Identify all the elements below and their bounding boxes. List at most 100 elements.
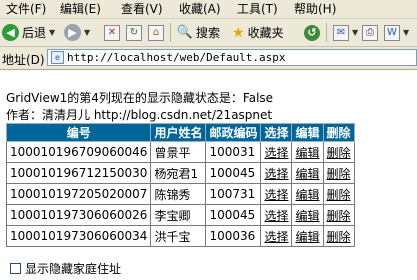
edit-button[interactable]: W ▼ (384, 22, 409, 43)
table-header-row: 编号 用户姓名 邮政编码 选择 编辑 删除 (5, 123, 355, 142)
menu-edit[interactable]: 编辑(E) (60, 2, 101, 16)
cell-edit: 编辑 (291, 204, 324, 226)
select-link[interactable]: 选择 (264, 167, 288, 181)
home-icon: ⌂ (148, 24, 164, 41)
select-link[interactable]: 选择 (264, 146, 288, 160)
status-text: GridView1的第4列现在的显示隐藏状态是：False (6, 91, 274, 105)
page-content: GridView1的第4列现在的显示隐藏状态是：False 作者：清清月儿 ht… (0, 70, 417, 280)
cell-edit: 编辑 (291, 162, 324, 184)
address-label: 地址(D) (2, 53, 45, 67)
favorites-label: 收藏夹 (247, 26, 284, 40)
chevron-down-icon: ▼ (403, 28, 410, 37)
home-button[interactable]: ⌂ (148, 22, 164, 43)
cell-zip: 100045 (205, 162, 262, 184)
edit-link[interactable]: 编辑 (295, 209, 319, 223)
header-delete: 删除 (322, 123, 355, 142)
select-link[interactable]: 选择 (264, 209, 288, 223)
delete-link[interactable]: 删除 (327, 146, 351, 160)
search-button[interactable]: 🔍 搜索 (177, 22, 220, 43)
table-row: 100010196712150030 杨宛君1 100045 选择 编辑 删除 (5, 162, 355, 184)
gridview-table: 编号 用户姓名 邮政编码 选择 编辑 删除 100010196709060046… (5, 123, 355, 247)
cell-delete: 删除 (322, 183, 355, 205)
cell-select: 选择 (260, 225, 293, 247)
header-id: 编号 (5, 123, 152, 142)
cell-name: 陈锦秀 (150, 183, 207, 205)
delete-link[interactable]: 删除 (327, 167, 351, 181)
history-button[interactable]: ↺ (304, 22, 320, 43)
refresh-icon: ↻ (126, 24, 142, 41)
table-row: 100010196709060046 曾景平 100031 选择 编辑 删除 (5, 141, 355, 163)
menu-help[interactable]: 帮助(H) (294, 2, 336, 16)
search-label: 搜索 (196, 26, 221, 40)
edit-page-icon: W (384, 24, 400, 41)
delete-link[interactable]: 删除 (327, 209, 351, 223)
favorites-button[interactable]: ★ 收藏夹 (232, 22, 284, 43)
cell-name: 曾景平 (150, 141, 207, 163)
cell-select: 选择 (260, 162, 293, 184)
page-icon: e (51, 51, 64, 64)
cell-id: 100010197205020007 (5, 183, 152, 205)
cell-select: 选择 (260, 204, 293, 226)
menu-favorites[interactable]: 收藏(A) (179, 2, 221, 16)
edit-link[interactable]: 编辑 (295, 167, 319, 181)
menu-file[interactable]: 文件(F) (6, 2, 46, 16)
cell-select: 选择 (260, 141, 293, 163)
select-link[interactable]: 选择 (264, 230, 288, 244)
menu-tools[interactable]: 工具(T) (237, 2, 278, 16)
edit-link[interactable]: 编辑 (295, 230, 319, 244)
menu-view[interactable]: 查看(V) (121, 2, 163, 16)
forward-arrow-icon: ▶ (64, 24, 81, 41)
header-edit: 编辑 (291, 123, 324, 142)
chevron-down-icon: ▼ (84, 28, 91, 37)
print-button[interactable]: ⎙ (362, 22, 378, 43)
edit-link[interactable]: 编辑 (295, 188, 319, 202)
toolbar: ◀ 后退 ▼ ▶ ▼ ✕ ↻ ⌂ 🔍 搜索 ★ 收藏夹 ↺ ✉ ▼ ⎙ W ▼ (0, 19, 417, 47)
cell-edit: 编辑 (291, 225, 324, 247)
mail-icon: ✉ (333, 24, 349, 41)
star-icon: ★ (232, 24, 245, 41)
cell-edit: 编辑 (291, 183, 324, 205)
delete-link[interactable]: 删除 (327, 188, 351, 202)
cell-name: 杨宛君1 (150, 162, 207, 184)
cell-name: 李宝卿 (150, 204, 207, 226)
author-text: 作者：清清月儿 http://blog.csdn.net/21aspnet (6, 108, 273, 122)
chevron-down-icon: ▼ (352, 28, 359, 37)
toolbar-separator (326, 23, 327, 42)
mail-button[interactable]: ✉ ▼ (333, 22, 358, 43)
back-arrow-icon: ◀ (2, 24, 19, 41)
header-zip: 邮政编码 (205, 123, 262, 142)
show-address-checkbox[interactable] (10, 263, 21, 274)
edit-link[interactable]: 编辑 (295, 146, 319, 160)
cell-delete: 删除 (322, 204, 355, 226)
delete-link[interactable]: 删除 (327, 230, 351, 244)
cell-id: 100010196712150030 (5, 162, 152, 184)
toolbar-separator (170, 23, 171, 42)
back-label: 后退 (22, 26, 47, 40)
address-input[interactable]: e http://localhost/web/Default.aspx (47, 49, 417, 66)
cell-zip: 100731 (205, 183, 262, 205)
show-address-label[interactable]: 显示隐藏家庭住址 (25, 260, 121, 277)
cell-id: 100010196709060046 (5, 141, 152, 163)
cell-zip: 100045 (205, 204, 262, 226)
menu-bar: 文件(F) 编辑(E) 查看(V) 收藏(A) 工具(T) 帮助(H) (0, 0, 417, 19)
print-icon: ⎙ (362, 24, 378, 41)
select-link[interactable]: 选择 (264, 188, 288, 202)
cell-select: 选择 (260, 183, 293, 205)
stop-icon: ✕ (104, 24, 120, 41)
cell-delete: 删除 (322, 141, 355, 163)
address-url: http://localhost/web/Default.aspx (67, 51, 286, 64)
cell-edit: 编辑 (291, 141, 324, 163)
refresh-button[interactable]: ↻ (126, 22, 142, 43)
history-icon: ↺ (304, 24, 320, 41)
back-button[interactable]: ◀ 后退 ▼ (2, 22, 55, 43)
header-name: 用户姓名 (150, 123, 207, 142)
table-row: 100010197306060026 李宝卿 100045 选择 编辑 删除 (5, 204, 355, 226)
cell-delete: 删除 (322, 225, 355, 247)
cell-zip: 100036 (205, 225, 262, 247)
cell-zip: 100031 (205, 141, 262, 163)
stop-button[interactable]: ✕ (104, 22, 120, 43)
search-icon: 🔍 (176, 25, 194, 40)
cell-id: 100010197306060026 (5, 204, 152, 226)
header-select: 选择 (260, 123, 293, 142)
forward-button[interactable]: ▶ ▼ (64, 22, 90, 43)
